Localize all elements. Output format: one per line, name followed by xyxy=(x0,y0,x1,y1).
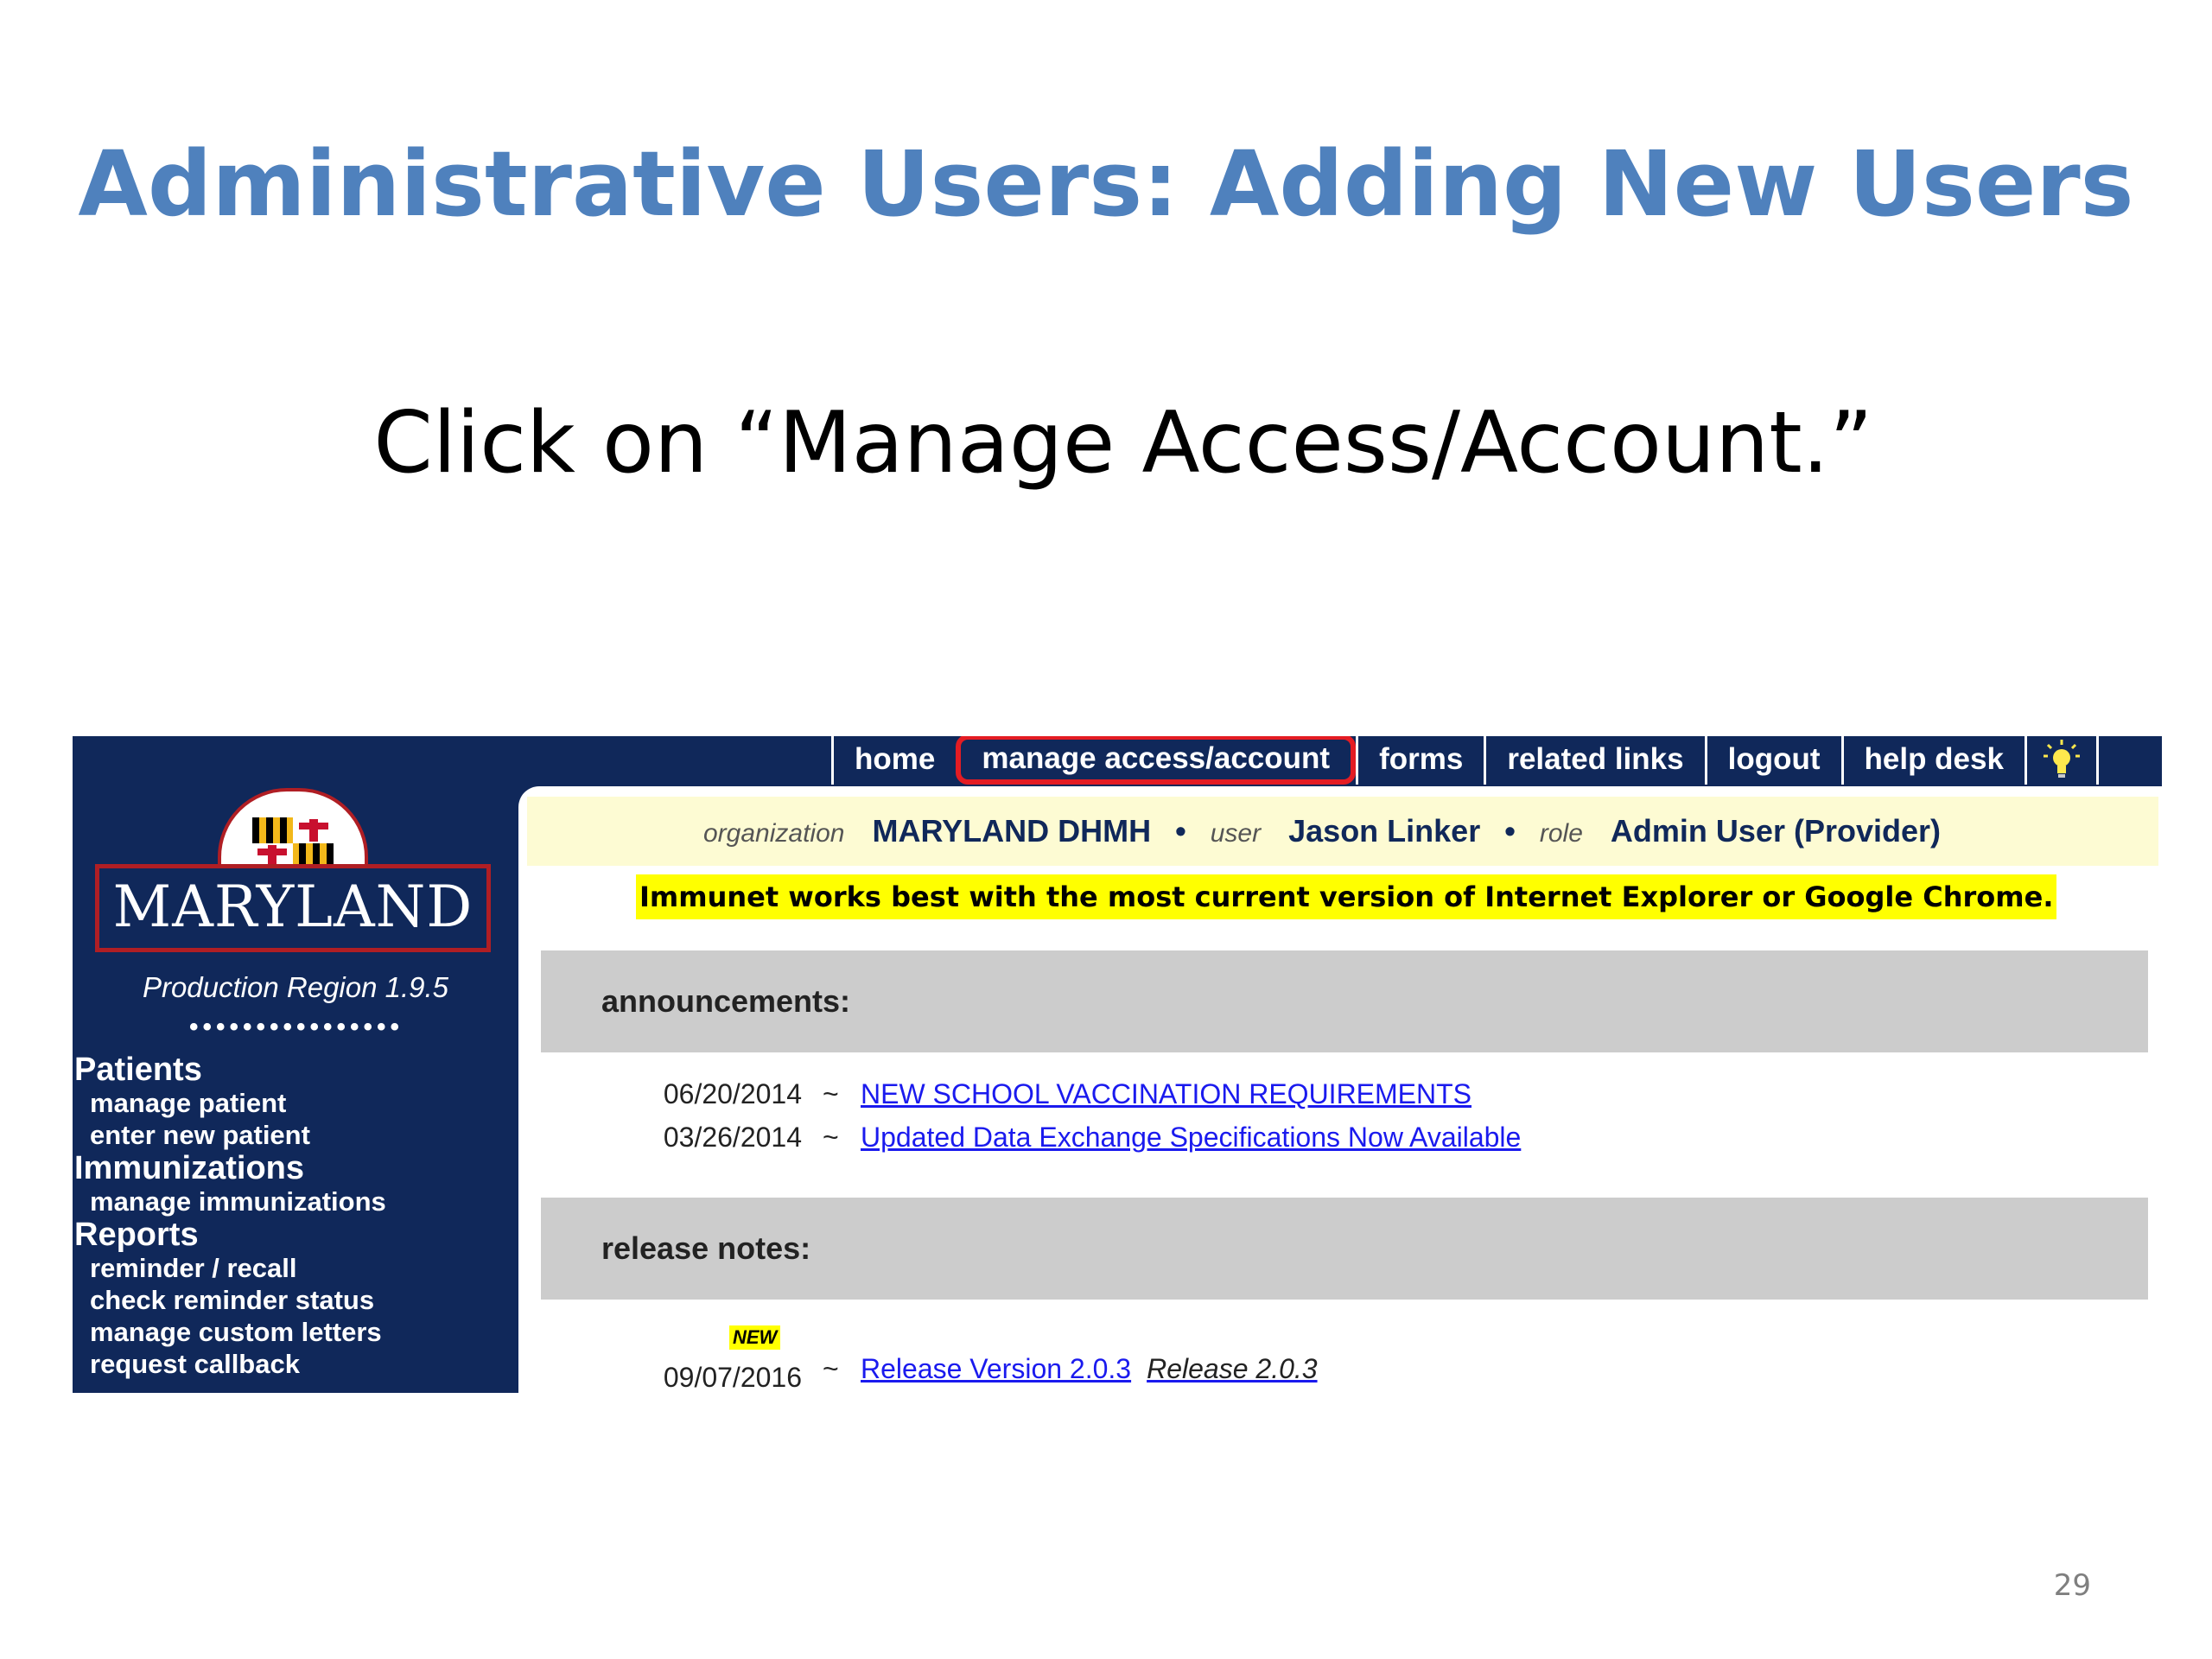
menu-item-check-reminder-status[interactable]: check reminder status xyxy=(74,1284,517,1316)
menu-item-enter-new-patient[interactable]: enter new patient xyxy=(74,1119,517,1151)
announcement-separator: ~ xyxy=(823,1078,839,1109)
maryland-logo[interactable]: MARYLAND xyxy=(95,864,491,952)
menu-heading-reports: Reports xyxy=(74,1217,199,1253)
organization-label: organization xyxy=(703,819,845,848)
menu-item-reminder-recall[interactable]: reminder / recall xyxy=(74,1252,517,1284)
user-label: user xyxy=(1210,819,1262,848)
user-value: Jason Linker xyxy=(1288,813,1481,849)
release-separator: ~ xyxy=(823,1353,839,1384)
page-number: 29 xyxy=(2053,1568,2091,1603)
announcement-link[interactable]: Updated Data Exchange Specifications Now… xyxy=(861,1118,1521,1156)
tab-logout[interactable]: logout xyxy=(1704,736,1841,785)
announcement-date: 06/20/2014 xyxy=(663,1078,802,1109)
organization-value: MARYLAND DHMH xyxy=(872,813,1152,849)
new-badge: NEW xyxy=(729,1325,781,1350)
user-info-bar: organization MARYLAND DHMH • user Jason … xyxy=(527,797,2158,866)
slide-instruction: Click on “Manage Access/Account.” xyxy=(373,394,1873,493)
announcement-item: 03/26/2014 ~ Updated Data Exchange Speci… xyxy=(657,1118,1607,1156)
announcement-item: 06/20/2014 ~ NEW SCHOOL VACCINATION REQU… xyxy=(657,1075,1607,1113)
release-date: 09/07/2016 xyxy=(663,1362,802,1393)
announcement-link[interactable]: NEW SCHOOL VACCINATION REQUIREMENTS xyxy=(861,1075,1471,1113)
tab-forms[interactable]: forms xyxy=(1356,736,1484,785)
announcements-heading: announcements: xyxy=(601,983,851,1019)
tab-manage-access-account[interactable]: manage access/account xyxy=(956,736,1357,785)
divider: •••••••••••••••• xyxy=(188,1013,404,1041)
lightbulb-icon xyxy=(2043,740,2080,778)
release-description: Release 2.0.3 xyxy=(1147,1353,1318,1384)
browser-recommendation: Immunet works best with the most current… xyxy=(636,874,2057,919)
nav-tabs: home manage access/account forms related… xyxy=(831,736,2099,785)
announcement-date: 03/26/2014 xyxy=(663,1122,802,1153)
release-notes-header: release notes: xyxy=(541,1198,2148,1300)
announcements-header: announcements: xyxy=(541,950,2148,1052)
tab-related-links[interactable]: related links xyxy=(1484,736,1704,785)
menu-heading-patients: Patients xyxy=(74,1052,202,1088)
slide-title: Administrative Users: Adding New Users xyxy=(78,131,2134,237)
announcement-separator: ~ xyxy=(823,1122,839,1153)
release-notes-heading: release notes: xyxy=(601,1230,811,1266)
sidebar: MARYLAND Production Region 1.9.5 •••••••… xyxy=(73,736,518,1393)
role-label: role xyxy=(1539,819,1583,848)
separator: • xyxy=(1504,813,1516,849)
tab-tips[interactable] xyxy=(2024,736,2099,785)
role-value: Admin User (Provider) xyxy=(1610,813,1941,849)
tab-home[interactable]: home xyxy=(831,736,956,785)
sidebar-menu: Patients manage patient enter new patien… xyxy=(74,1052,517,1380)
menu-item-request-callback[interactable]: request callback xyxy=(74,1348,517,1380)
separator: • xyxy=(1175,813,1186,849)
menu-item-manage-immunizations[interactable]: manage immunizations xyxy=(74,1185,517,1217)
region-label: Production Region 1.9.5 xyxy=(142,971,449,1003)
tab-help-desk[interactable]: help desk xyxy=(1840,736,2024,785)
menu-item-manage-patient[interactable]: manage patient xyxy=(74,1087,517,1119)
menu-heading-immunizations: Immunizations xyxy=(74,1150,305,1186)
release-link[interactable]: Release Version 2.0.3 Release 2.0.3 xyxy=(861,1350,1318,1388)
menu-item-manage-custom-letters[interactable]: manage custom letters xyxy=(74,1316,517,1348)
release-note-item: NEW 09/07/2016 ~ Release Version 2.0.3 Re… xyxy=(657,1325,1607,1393)
release-title[interactable]: Release Version 2.0.3 xyxy=(861,1353,1131,1384)
